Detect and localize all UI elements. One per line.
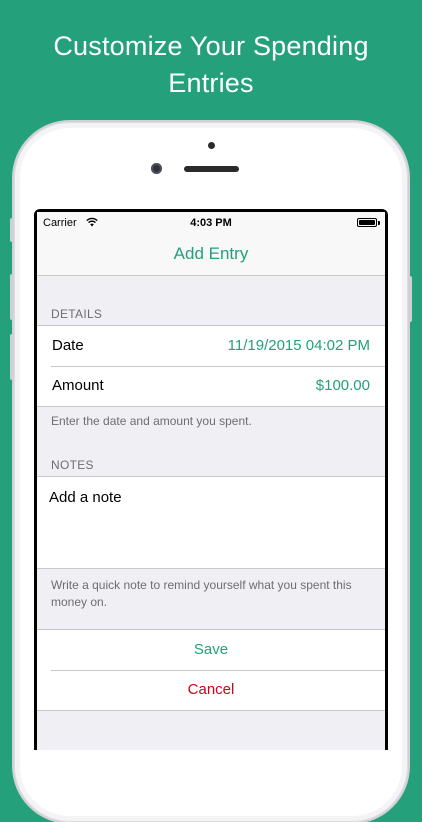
promo-headline-line1: Customize Your Spending <box>53 31 369 61</box>
date-row[interactable]: Date 11/19/2015 04:02 PM <box>37 326 385 366</box>
phone-mute-switch <box>10 218 14 242</box>
actions-group: Save Cancel <box>37 629 385 711</box>
battery-icon <box>357 218 377 227</box>
promo-headline: Customize Your Spending Entries <box>0 28 422 102</box>
proximity-sensor <box>208 142 215 149</box>
date-value[interactable]: 11/19/2015 04:02 PM <box>228 337 370 354</box>
navigation-bar: Add Entry <box>37 234 385 276</box>
phone-volume-up-button <box>10 274 14 320</box>
save-button[interactable]: Save <box>37 630 385 670</box>
details-section-header: DETAILS <box>51 307 103 321</box>
details-footer: Enter the date and amount you spent. <box>51 414 252 428</box>
battery-tip <box>378 221 380 225</box>
note-textarea[interactable]: Add a note <box>49 489 122 506</box>
amount-row[interactable]: Amount $100.00 <box>37 366 385 406</box>
phone-power-button <box>408 276 412 322</box>
date-label: Date <box>52 337 84 354</box>
notes-group: Add a note <box>37 476 385 569</box>
app-screen: Carrier 4:03 PM Add Entry DETAILS Date 1… <box>37 212 385 750</box>
phone-volume-down-button <box>10 334 14 380</box>
notes-section-header: NOTES <box>51 458 94 472</box>
cancel-button[interactable]: Cancel <box>37 670 385 710</box>
details-group: Date 11/19/2015 04:02 PM Amount $100.00 <box>37 325 385 407</box>
promo-headline-line2: Entries <box>168 68 254 98</box>
notes-footer: Write a quick note to remind yourself wh… <box>51 578 352 609</box>
front-camera <box>151 163 162 174</box>
status-bar: Carrier 4:03 PM <box>37 212 385 234</box>
phone-screen: Carrier 4:03 PM Add Entry DETAILS Date 1… <box>34 209 388 750</box>
battery-fill <box>359 220 375 225</box>
amount-value[interactable]: $100.00 <box>316 377 370 394</box>
nav-title: Add Entry <box>173 244 249 263</box>
status-time: 4:03 PM <box>190 217 232 229</box>
amount-label: Amount <box>52 377 104 394</box>
earpiece-speaker <box>184 166 239 172</box>
